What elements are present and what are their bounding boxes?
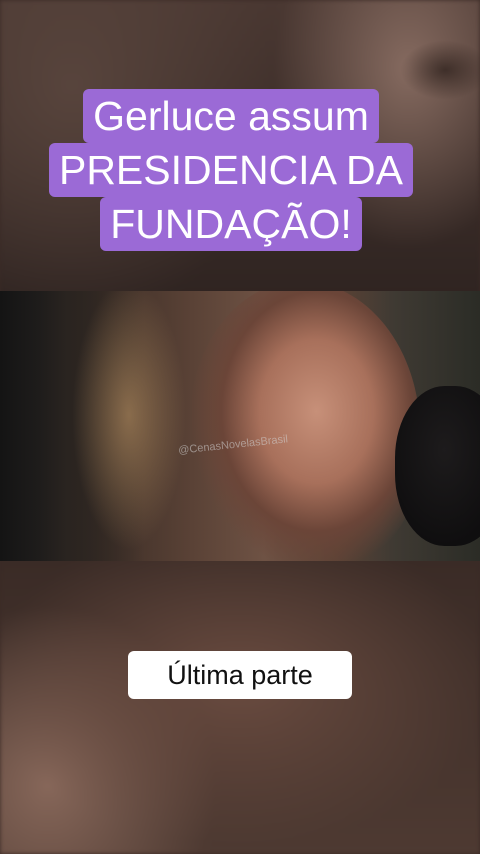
title-card: Gerluce assum PRESIDENCIA DA FUNDAÇÃO!: [12, 89, 450, 251]
video-hair: [30, 291, 210, 561]
caption-label: Última parte: [128, 651, 352, 699]
video-glove: [395, 386, 480, 546]
video-frame[interactable]: @CenasNovelasBrasil: [0, 291, 480, 561]
title-line-3: FUNDAÇÃO!: [100, 197, 362, 251]
title-line-1: Gerluce assum: [83, 89, 379, 143]
video-face: [190, 291, 420, 561]
title-line-2: PRESIDENCIA DA: [48, 143, 414, 197]
